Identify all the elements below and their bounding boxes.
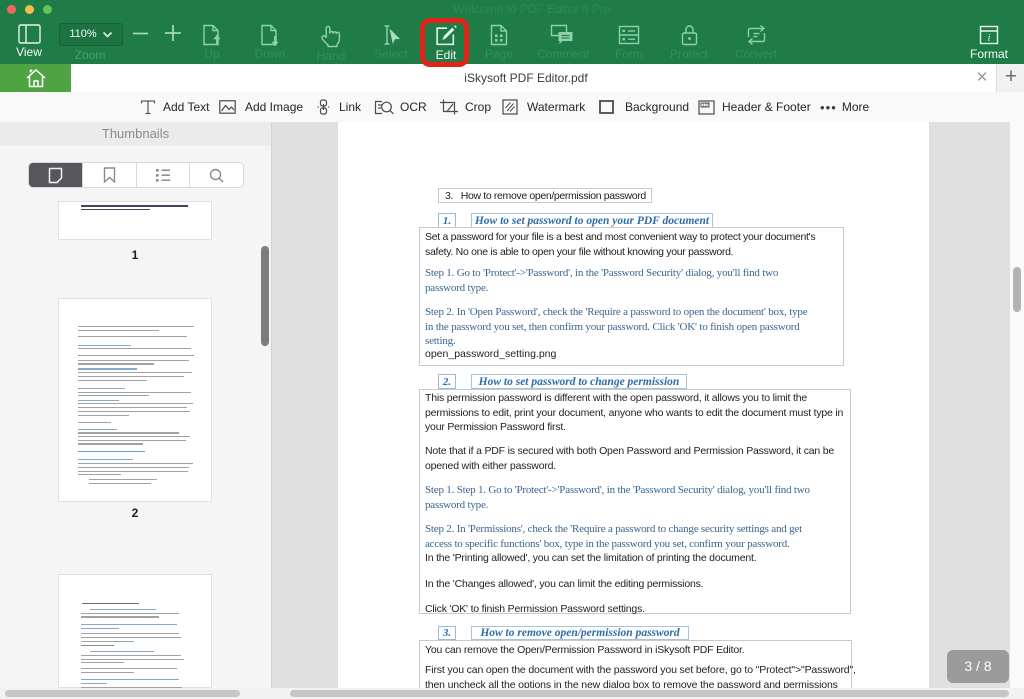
- svg-text:i: i: [988, 33, 991, 44]
- svg-text:123: 123: [702, 102, 710, 107]
